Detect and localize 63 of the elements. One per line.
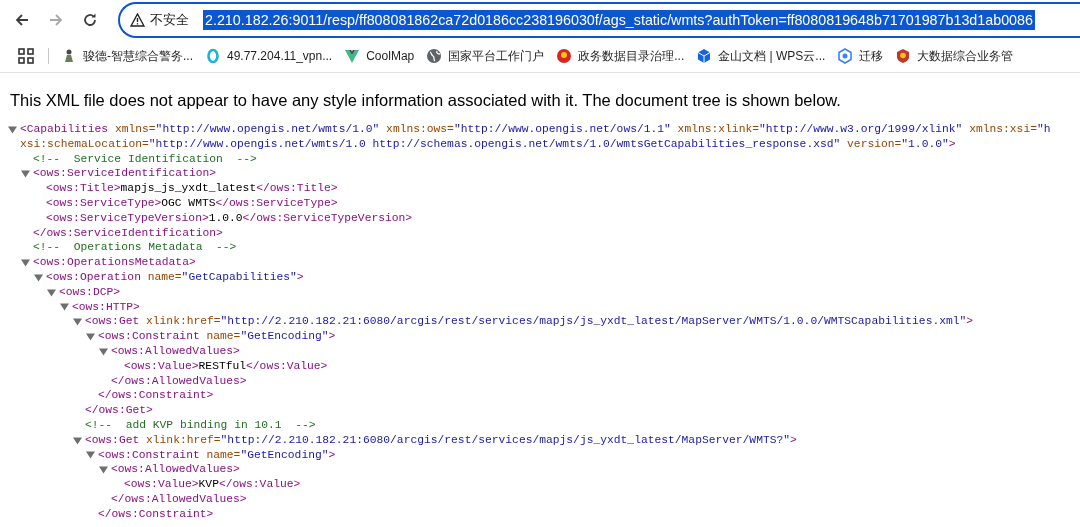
xml-line: <Capabilities xmlns="http://www.opengis.net/wmts/1.0" xmlns:ows="http://www.opengis.net/ows/1.1" xmlns:xlink="http://www.w3.org/1999/xlink" xmlns:xsi="h bbox=[20, 122, 1051, 137]
disclosure-triangle-icon[interactable] bbox=[86, 450, 95, 460]
disclosure-triangle-icon[interactable] bbox=[21, 258, 30, 268]
globe-icon bbox=[426, 48, 443, 64]
xml-line: <ows:DCP> bbox=[59, 284, 120, 300]
no-style-notice: This XML file does not appear to have any style information associated with it. The document tree is shown below. bbox=[10, 91, 842, 111]
xml-line: <ows:AllowedValues> bbox=[111, 462, 240, 478]
bookmark-item[interactable]: 大数据综合业务管 bbox=[895, 47, 1014, 65]
xml-line: <ows:OperationsMetadata> bbox=[33, 255, 196, 270]
xml-line: <!-- Service Identification --> bbox=[33, 151, 257, 167]
v-logo-icon bbox=[344, 48, 361, 64]
xml-line: <ows:ServiceType>OGC WMTS</ows:ServiceType> bbox=[46, 196, 338, 211]
xml-line: <ows:Get xlink:href="http://2.210.182.21:6080/arcgis/rest/services/mapjs/js_yxdt_latest/MapServer/WMTS?"> bbox=[85, 432, 797, 448]
bookmark-item[interactable]: 迁移 bbox=[837, 47, 884, 65]
xml-line: <!-- Operations Metadata --> bbox=[33, 240, 237, 256]
disclosure-triangle-icon[interactable] bbox=[60, 302, 69, 312]
disclosure-triangle-icon[interactable] bbox=[21, 169, 30, 179]
hexagon-icon bbox=[837, 48, 854, 64]
xml-line: <ows:Title>mapjs_js_yxdt_latest</ows:Title> bbox=[46, 181, 338, 196]
xml-line: </ows:AllowedValues> bbox=[111, 491, 247, 507]
bookmark-item[interactable]: 49.77.204.11_vpn... bbox=[205, 48, 333, 64]
xml-line: <ows:Constraint name="GetEncoding"> bbox=[98, 329, 336, 344]
reload-icon bbox=[82, 12, 98, 28]
back-arrow-icon bbox=[14, 12, 30, 28]
xml-line: </ows:ServiceIdentification> bbox=[33, 225, 223, 241]
disclosure-triangle-icon[interactable] bbox=[47, 287, 56, 297]
address-bar[interactable]: 不安全 2.210.182.26:9011/resp/ff808081862ca72d0186cc238196030f/ags_static/wmts?authToken=ff8080819648b71701987b13d1ab0086 bbox=[118, 2, 1080, 38]
bookmark-item[interactable]: 政务数据目录治理... bbox=[556, 47, 685, 65]
bookmark-item[interactable]: CoolMap bbox=[344, 48, 415, 64]
badge-icon bbox=[895, 48, 912, 64]
security-chip[interactable]: 不安全 bbox=[130, 11, 189, 29]
xml-line: <ows:HTTP> bbox=[72, 299, 140, 315]
xml-line: <ows:AllowedValues> bbox=[111, 343, 240, 359]
disclosure-triangle-icon[interactable] bbox=[99, 465, 108, 475]
disclosure-triangle-icon[interactable] bbox=[34, 272, 43, 282]
xml-line: <ows:Value>RESTful</ows:Value> bbox=[124, 358, 328, 374]
xml-line: <ows:Value>KVP</ows:Value> bbox=[124, 477, 301, 492]
bookmark-item[interactable]: 骏德-智慧综合警务... bbox=[61, 47, 193, 65]
disclosure-triangle-icon[interactable] bbox=[73, 435, 82, 445]
xml-line: </ows:Get> bbox=[85, 403, 153, 418]
emblem-icon bbox=[556, 48, 573, 64]
disclosure-triangle-icon[interactable] bbox=[86, 332, 95, 342]
bookmark-item[interactable]: 金山文档 | WPS云... bbox=[696, 47, 826, 65]
xml-line: </ows:AllowedValues> bbox=[111, 373, 247, 389]
xml-line: <ows:ServiceIdentification> bbox=[33, 166, 217, 182]
bookmark-item[interactable]: 国家平台工作门户 bbox=[426, 47, 545, 65]
forward-arrow-icon bbox=[48, 12, 64, 28]
apps-grid-icon[interactable] bbox=[18, 48, 34, 64]
disclosure-triangle-icon[interactable] bbox=[8, 124, 17, 134]
xml-line: <ows:Get xlink:href="http://2.210.182.21:6080/arcgis/rest/services/mapjs/js_yxdt_latest/MapServer/WMTS/1.0.0/WMTSCapabilities.xml"> bbox=[85, 314, 974, 330]
url-text: 2.210.182.26:9011/resp/ff808081862ca72d0186cc238196030f/ags_static/wmts?authToken=ff8080819648b71701987b13d1ab0086 bbox=[203, 10, 1035, 30]
cube-icon bbox=[696, 48, 713, 64]
xml-line: </ows:Constraint> bbox=[98, 506, 214, 522]
ring-icon bbox=[205, 48, 221, 64]
disclosure-triangle-icon[interactable] bbox=[73, 317, 82, 327]
xml-line: <ows:Constraint name="GetEncoding"> bbox=[98, 447, 336, 463]
disclosure-triangle-icon[interactable] bbox=[99, 346, 108, 356]
xml-line: <!-- add KVP binding in 10.1 --> bbox=[85, 417, 316, 433]
xml-line: </ows:Constraint> bbox=[98, 388, 214, 404]
warning-icon bbox=[130, 13, 145, 27]
xml-line: <ows:ServiceTypeVersion>1.0.0</ows:ServiceTypeVersion> bbox=[46, 210, 413, 226]
xml-line: <ows:Operation name="GetCapabilities"> bbox=[46, 269, 304, 285]
xml-line: xsi:schemaLocation="http://www.opengis.net/wmts/1.0 http://schemas.opengis.net/wmts/1.0/wmtsGetCapabilities_response.xsd" version="1.0.0"> bbox=[20, 136, 956, 152]
